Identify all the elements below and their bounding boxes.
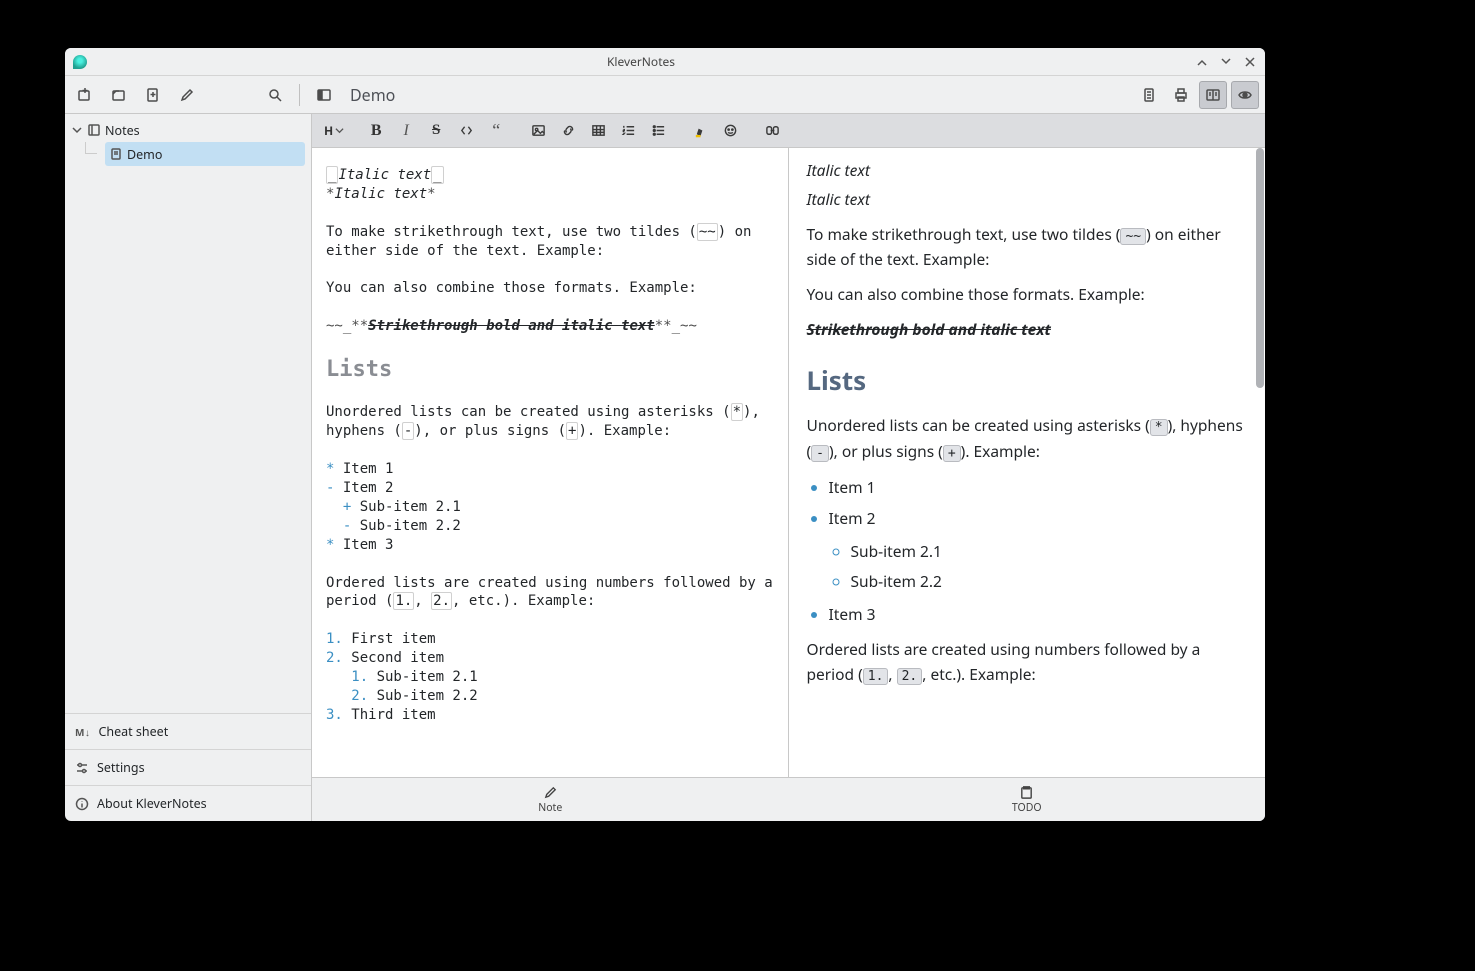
about-button[interactable]: About KleverNotes xyxy=(65,785,311,821)
tab-todo[interactable]: TODO xyxy=(789,778,1266,821)
preview-scrollbar[interactable] xyxy=(1256,148,1264,388)
preview-ul: Item 1 Item 2 Sub-item 2.1 Sub-item 2.2 … xyxy=(829,475,1248,627)
image-button[interactable] xyxy=(524,118,552,144)
edit-button[interactable] xyxy=(173,81,201,109)
search-button[interactable] xyxy=(261,81,289,109)
split-view-button[interactable] xyxy=(1199,81,1227,109)
list-item: Sub-item 2.2 xyxy=(851,569,1248,594)
bold-button[interactable]: B xyxy=(362,118,390,144)
note-tree[interactable]: Notes Demo xyxy=(65,114,311,713)
close-button[interactable] xyxy=(1243,55,1257,69)
table-button[interactable] xyxy=(584,118,612,144)
app-window: KleverNotes Demo xyxy=(65,48,1265,821)
list-item: Item 1 xyxy=(829,475,1248,500)
sidebar: Notes Demo M↓ Cheat sheet xyxy=(65,114,312,821)
quote-button[interactable]: “ xyxy=(482,118,510,144)
note-title: Demo xyxy=(350,84,1135,106)
sidebar-footer: M↓ Cheat sheet Settings About KleverNote… xyxy=(65,713,311,821)
new-note-button[interactable] xyxy=(139,81,167,109)
unordered-list-button[interactable] xyxy=(644,118,672,144)
todo-icon xyxy=(1019,785,1034,800)
code-button[interactable] xyxy=(452,118,480,144)
list-item: Item 2 Sub-item 2.1 Sub-item 2.2 xyxy=(829,506,1248,594)
ordered-list-button[interactable] xyxy=(614,118,642,144)
tab-note-label: Note xyxy=(538,801,562,815)
list-item: Sub-item 2.1 xyxy=(851,539,1248,564)
note-link-button[interactable] xyxy=(758,118,786,144)
chevron-down-icon xyxy=(335,126,344,135)
preview-strike-instr: To make strikethrough text, use two tild… xyxy=(807,222,1248,273)
strikethrough-button[interactable]: S xyxy=(422,118,450,144)
new-folder-button[interactable] xyxy=(71,81,99,109)
markdown-icon: M↓ xyxy=(75,725,90,739)
split-view: _Italic text_ *Italic text* To make stri… xyxy=(312,148,1265,777)
format-toolbar: H B I S “ xyxy=(312,114,1265,148)
info-icon xyxy=(75,797,89,811)
sliders-icon xyxy=(75,761,89,775)
settings-label: Settings xyxy=(97,759,145,776)
cheat-sheet-button[interactable]: M↓ Cheat sheet xyxy=(65,713,311,749)
pencil-icon xyxy=(543,785,558,800)
maximize-button[interactable] xyxy=(1219,55,1233,69)
preview-pane: Italic text Italic text To make striketh… xyxy=(789,148,1266,777)
heading-dropdown[interactable]: H xyxy=(320,118,348,144)
cheat-sheet-label: Cheat sheet xyxy=(98,723,168,740)
tree-root-label: Notes xyxy=(105,122,140,139)
bottom-tabs: Note TODO xyxy=(312,777,1265,821)
preview-combo: Strikethrough bold and italic text xyxy=(807,317,1248,342)
markdown-editor[interactable]: _Italic text_ *Italic text* To make stri… xyxy=(312,148,789,777)
window-controls xyxy=(1195,55,1257,69)
tree-item-label: Demo xyxy=(127,146,162,163)
preview-combine: You can also combine those formats. Exam… xyxy=(807,282,1248,307)
main-toolbar: Demo xyxy=(65,76,1265,114)
preview-button[interactable] xyxy=(1231,81,1259,109)
preview-ul-instr: Unordered lists can be created using ast… xyxy=(807,413,1248,465)
app-icon xyxy=(73,55,87,69)
print-button[interactable] xyxy=(1167,81,1195,109)
preview-heading-lists: Lists xyxy=(807,360,1248,402)
list-item: Item 3 xyxy=(829,602,1248,627)
emoji-button[interactable] xyxy=(716,118,744,144)
tree-root-notes[interactable]: Notes xyxy=(67,118,309,142)
preview-ol-instr: Ordered lists are created using numbers … xyxy=(807,637,1248,688)
titlebar: KleverNotes xyxy=(65,48,1265,76)
document-icon[interactable] xyxy=(1135,81,1163,109)
editor-heading-lists: Lists xyxy=(326,357,392,382)
tab-note[interactable]: Note xyxy=(312,778,789,821)
main-area: H B I S “ xyxy=(312,114,1265,821)
sidebar-toggle-button[interactable] xyxy=(310,81,338,109)
highlight-button[interactable] xyxy=(686,118,714,144)
new-subfolder-button[interactable] xyxy=(105,81,133,109)
italic-button[interactable]: I xyxy=(392,118,420,144)
settings-button[interactable]: Settings xyxy=(65,749,311,785)
about-label: About KleverNotes xyxy=(97,795,207,812)
chevron-down-icon xyxy=(71,124,83,136)
note-icon xyxy=(109,147,123,161)
window-title: KleverNotes xyxy=(87,53,1195,70)
minimize-button[interactable] xyxy=(1195,55,1209,69)
preview-italic-2: Italic text xyxy=(807,187,1248,212)
preview-italic-1: Italic text xyxy=(807,158,1248,183)
link-button[interactable] xyxy=(554,118,582,144)
tab-todo-label: TODO xyxy=(1012,801,1042,815)
notebook-icon xyxy=(87,123,101,137)
tree-item-demo[interactable]: Demo xyxy=(105,142,305,166)
